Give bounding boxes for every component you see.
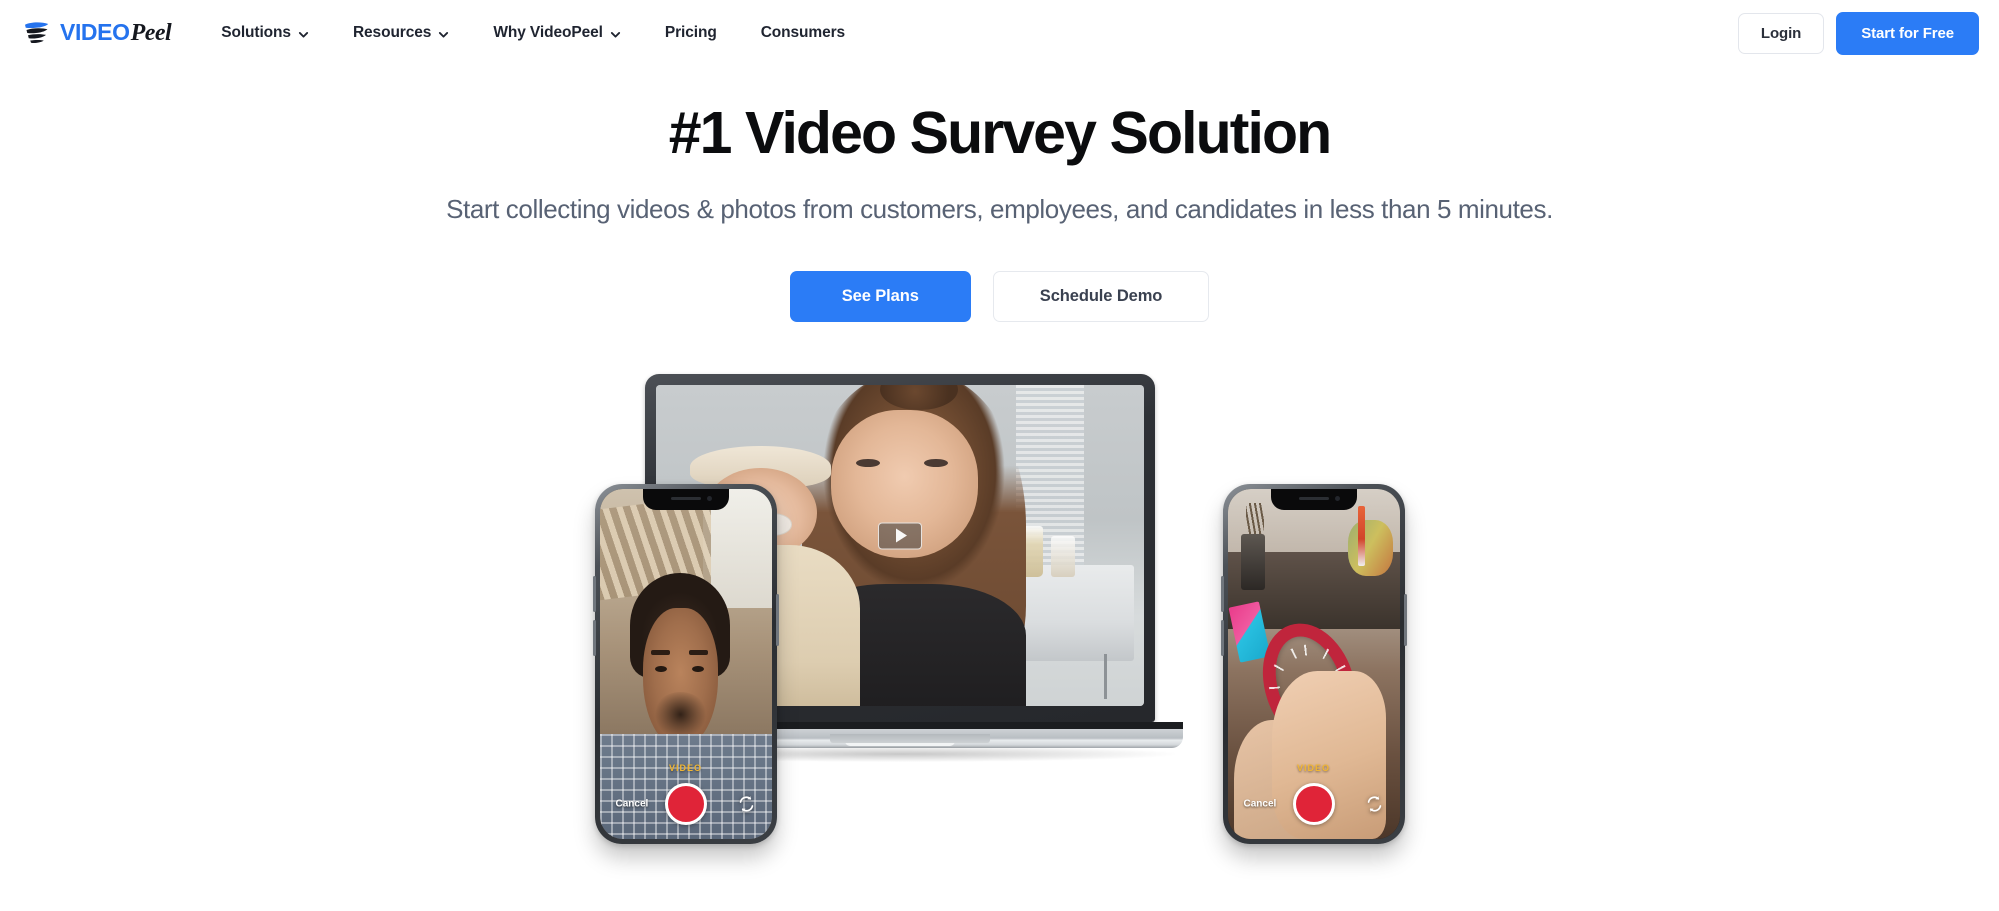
hero-subtitle: Start collecting videos & photos from cu… (446, 193, 1553, 224)
nav-item-consumers[interactable]: Consumers (739, 16, 867, 50)
login-button[interactable]: Login (1737, 12, 1825, 54)
hero-device-mockup: VIDEO Cancel VIDEO Cancel (592, 373, 1407, 844)
schedule-demo-button[interactable]: Schedule Demo (992, 270, 1210, 322)
phone-notch (1270, 488, 1357, 510)
phone-left-device: VIDEO Cancel (592, 483, 779, 844)
nav-item-solutions[interactable]: Solutions (199, 16, 331, 50)
brand-name-primary: VIDEO (60, 19, 130, 45)
nav-item-label: Resources (352, 24, 432, 41)
chevron-down-icon (438, 27, 449, 40)
phone-right-device: VIDEO Cancel (1220, 483, 1407, 844)
phone-notch (642, 488, 729, 510)
start-for-free-button[interactable]: Start for Free (1836, 11, 1979, 55)
site-header: VIDEO Peel Solutions Resources Why Video… (0, 0, 1999, 66)
hero-section: #1 Video Survey Solution Start collectin… (0, 66, 1999, 844)
nav-item-label: Why VideoPeel (493, 24, 603, 41)
record-button[interactable] (1292, 782, 1335, 825)
capture-mode-label: VIDEO (1296, 762, 1331, 773)
hero-cta-group: See Plans Schedule Demo (0, 270, 1999, 322)
nav-item-label: Consumers (760, 24, 846, 41)
flip-camera-icon[interactable] (737, 794, 756, 813)
phone-right-camera-controls: VIDEO Cancel (1228, 763, 1400, 839)
cancel-button[interactable]: Cancel (1244, 798, 1277, 809)
phone-left-camera-controls: VIDEO Cancel (600, 763, 772, 839)
flip-camera-icon[interactable] (1365, 794, 1384, 813)
chevron-down-icon (610, 27, 621, 40)
chevron-down-icon (298, 27, 309, 40)
play-icon[interactable] (877, 522, 922, 550)
main-navigation: Solutions Resources Why VideoPeel Pricin… (199, 16, 1738, 50)
cancel-button[interactable]: Cancel (616, 798, 649, 809)
capture-mode-label: VIDEO (668, 762, 703, 773)
nav-item-label: Solutions (221, 24, 291, 41)
see-plans-button[interactable]: See Plans (789, 270, 971, 322)
nav-item-why-videopeel[interactable]: Why VideoPeel (471, 16, 643, 50)
brand-logo-link[interactable]: VIDEO Peel (22, 18, 172, 48)
nav-item-resources[interactable]: Resources (331, 16, 471, 50)
brand-name-secondary: Peel (130, 20, 172, 46)
laptop-trackpad (829, 733, 990, 743)
videopeel-wing-logo-icon (22, 18, 52, 48)
header-actions: Login Start for Free (1737, 11, 1979, 55)
record-button[interactable] (664, 782, 707, 825)
nav-item-pricing[interactable]: Pricing (643, 16, 739, 50)
nav-item-label: Pricing (664, 24, 717, 41)
page-title: #1 Video Survey Solution (668, 100, 1332, 166)
